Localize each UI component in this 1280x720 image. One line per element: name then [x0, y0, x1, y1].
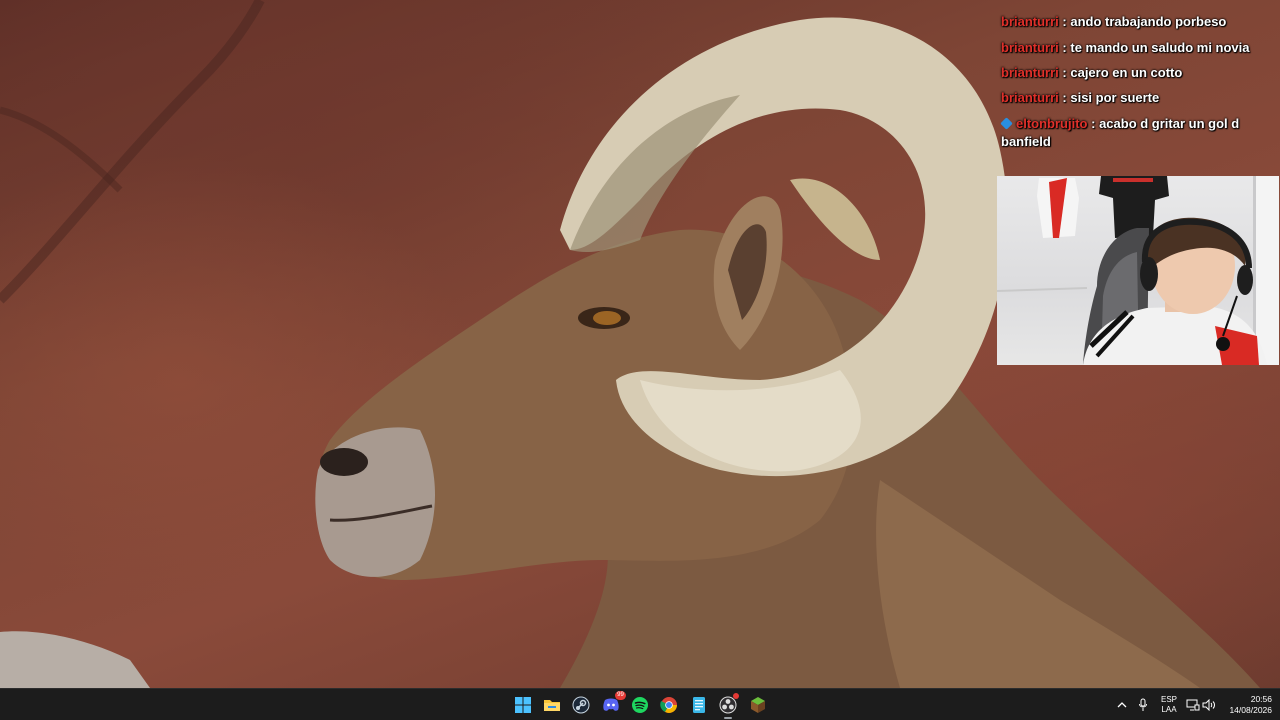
chat-text: : ando trabajando porbeso [1062, 14, 1227, 29]
chat-message: eltonbrujito : acabo d gritar un gol d b… [1000, 115, 1273, 151]
chat-username: eltonbrujito [1016, 116, 1088, 131]
chat-text: : te mando un saludo mi novia [1062, 40, 1250, 55]
chat-username: brianturri [1001, 14, 1059, 29]
file-explorer-icon[interactable] [540, 693, 564, 717]
chat-text: : sisi por suerte [1062, 90, 1160, 105]
chat-message: brianturri : cajero en un cotto [1001, 64, 1273, 82]
clock-time: 20:56 [1250, 694, 1272, 704]
chrome-icon[interactable] [657, 693, 681, 717]
chat-message: brianturri : ando trabajando porbeso [1001, 13, 1273, 31]
webcam-feed [997, 176, 1279, 365]
taskbar: 99 ESP LAA 20:56 14/08/2026 [0, 688, 1280, 720]
discord-notification-badge: 99 [615, 691, 626, 700]
system-clock[interactable]: 20:56 14/08/2026 [1222, 694, 1272, 716]
cube-badge-icon [1000, 117, 1013, 130]
chat-text: : cajero en un cotto [1062, 65, 1183, 80]
steam-icon[interactable] [569, 693, 593, 717]
discord-icon[interactable]: 99 [599, 691, 626, 717]
webcam-overlay [997, 176, 1279, 365]
minecraft-icon[interactable] [746, 693, 770, 717]
language-code: ESP [1160, 695, 1177, 704]
running-indicator [724, 717, 732, 719]
chat-username: brianturri [1001, 65, 1059, 80]
chat-message: brianturri : te mando un saludo mi novia [1001, 39, 1273, 57]
microphone-icon[interactable] [1131, 693, 1155, 717]
chat-username: brianturri [1001, 40, 1059, 55]
chat-message: brianturri : sisi por suerte [1001, 89, 1273, 107]
notepad-icon[interactable] [687, 693, 711, 717]
obs-icon[interactable] [716, 693, 740, 719]
recording-indicator-icon [733, 693, 739, 699]
input-language-indicator[interactable]: ESP LAA [1159, 695, 1179, 715]
chat-username: brianturri [1001, 90, 1059, 105]
clock-date: 14/08/2026 [1229, 705, 1272, 715]
keyboard-layout-code: LAA [1161, 705, 1177, 714]
spotify-icon[interactable] [628, 693, 652, 717]
volume-icon[interactable] [1197, 693, 1221, 717]
windows-start-icon[interactable] [511, 693, 535, 717]
